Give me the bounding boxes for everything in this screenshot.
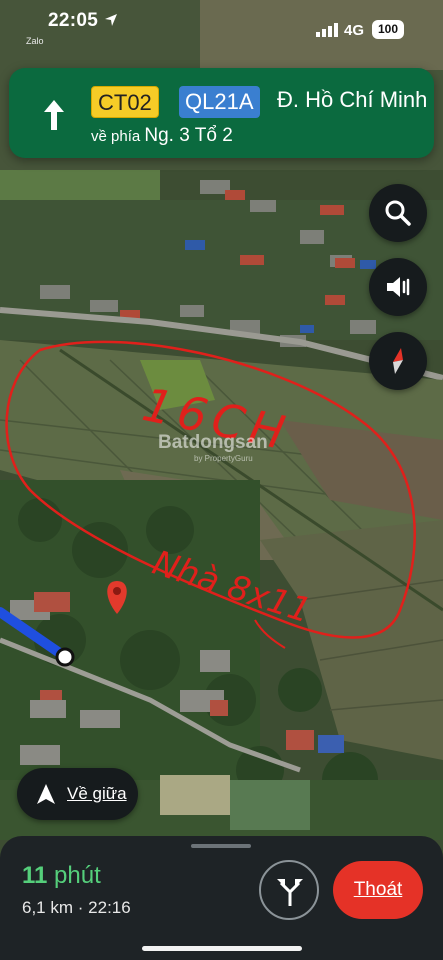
trip-separator: · (77, 898, 84, 917)
sheet-handle[interactable] (191, 844, 251, 848)
status-time: 22:05 (48, 10, 99, 31)
network-type: 4G (344, 22, 365, 39)
trip-sheet[interactable]: 11 phút 6,1 km · 22:16 Thoát (0, 836, 443, 960)
watermark-subtext: by PropertyGuru (194, 454, 253, 463)
toward-direction: về phía Ng. 3 Tổ 2 (91, 125, 233, 147)
alternate-routes-button[interactable] (259, 860, 319, 920)
location-arrow-icon (105, 14, 117, 26)
compass-button[interactable] (369, 332, 427, 390)
eta-duration: 11 phút (22, 862, 101, 890)
route-shield-ql21a: QL21A (179, 86, 260, 118)
back-to-app-label[interactable]: Zalo (26, 36, 44, 46)
toward-place: Ng. 3 Tổ 2 (144, 125, 233, 146)
signal-icon (316, 23, 338, 37)
watermark: Batdongsan by PropertyGuru (158, 432, 268, 463)
route-shield-ct02: CT02 (91, 86, 159, 118)
arrival-time: 22:16 (88, 898, 131, 917)
eta-number: 11 (22, 862, 48, 889)
compass-icon (393, 348, 403, 374)
eta-unit: phút (54, 862, 101, 889)
recenter-button[interactable]: Về giữa (17, 768, 138, 820)
alternate-routes-icon (277, 879, 303, 906)
status-bar: 22:05 Zalo 4G 100 (0, 0, 443, 48)
straight-arrow-icon (44, 100, 64, 130)
exit-navigation-button[interactable]: Thoát (333, 861, 423, 919)
search-icon (385, 200, 411, 226)
sound-button[interactable] (369, 258, 427, 316)
navigation-banner[interactable]: CT02 QL21A Đ. Hồ Chí Minh về phía Ng. 3 … (9, 68, 434, 158)
battery-indicator: 100 (372, 20, 404, 39)
road-name: Đ. Hồ Chí Minh (277, 87, 428, 112)
navigation-arrow-icon (37, 784, 55, 804)
sound-icon (387, 277, 410, 297)
recenter-label: Về giữa (67, 784, 127, 803)
toward-prefix: về phía (91, 128, 141, 145)
search-button[interactable] (369, 184, 427, 242)
watermark-text: Batdongsan (158, 432, 268, 453)
trip-summary: 6,1 km · 22:16 (22, 898, 131, 918)
trip-distance: 6,1 km (22, 898, 74, 917)
home-indicator[interactable] (142, 946, 302, 951)
current-location-marker (55, 647, 75, 667)
